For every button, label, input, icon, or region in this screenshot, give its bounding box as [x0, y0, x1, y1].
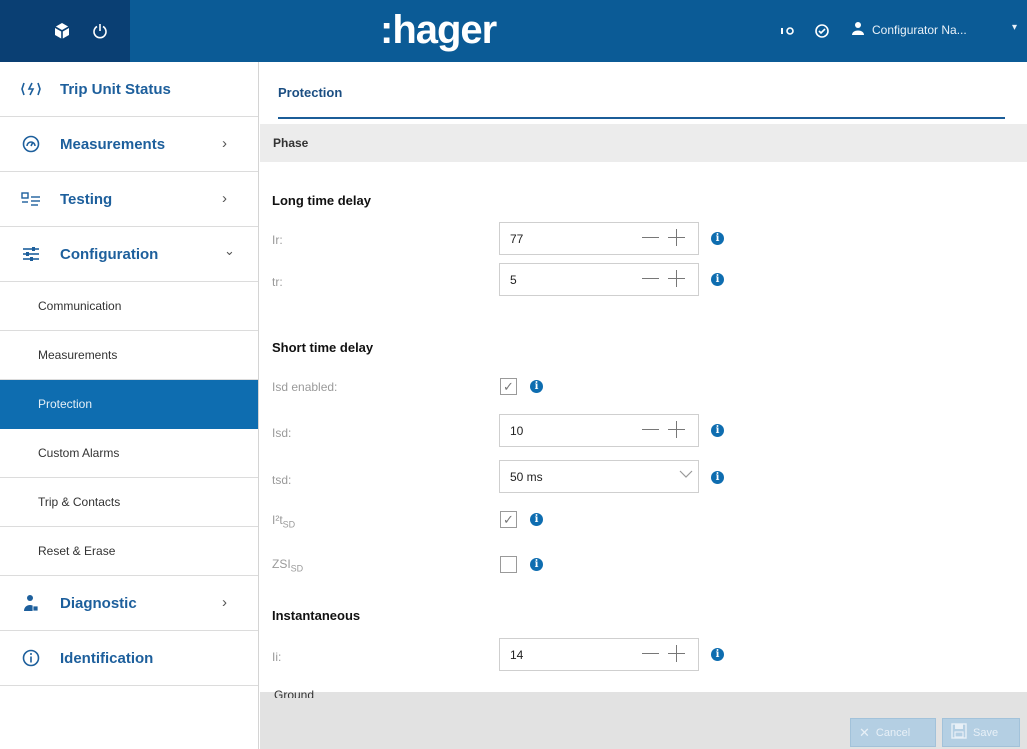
user-menu[interactable]: Configurator Na... [852, 21, 967, 38]
section-title-cut: Ground [274, 688, 315, 698]
measurements-gauge-icon [20, 133, 42, 155]
label-isd: Isd: [272, 426, 292, 440]
ir-value: 77 [510, 232, 524, 246]
package-icon[interactable] [50, 19, 74, 43]
chevron-right-icon: › [222, 594, 227, 611]
top-bar: :hager Configurator Na... ▾ [0, 0, 1027, 62]
sidebar-item-trip-unit-status[interactable]: Trip Unit Status [0, 62, 258, 117]
user-icon [852, 21, 864, 38]
tsd-select[interactable]: 50 ms [499, 460, 699, 493]
sidebar: Trip Unit Status Measurements › Testing … [0, 62, 259, 749]
zsi-sd-checkbox[interactable] [500, 556, 517, 573]
sidebar-subitem-protection[interactable]: Protection [0, 380, 258, 429]
power-icon[interactable] [88, 19, 112, 43]
info-icon[interactable]: i [711, 232, 724, 245]
info-icon[interactable]: i [711, 273, 724, 286]
testing-icon [20, 188, 42, 210]
close-icon: ✕ [859, 724, 870, 740]
sidebar-subitem-custom-alarms[interactable]: Custom Alarms [0, 429, 258, 478]
sidebar-item-label: Configuration [60, 245, 159, 263]
trip-unit-status-icon [20, 78, 42, 100]
info-icon[interactable]: i [711, 424, 724, 437]
sidebar-subitem-trip-contacts[interactable]: Trip & Contacts [0, 478, 258, 527]
tab-protection[interactable]: Protection [278, 85, 342, 100]
cancel-button[interactable]: ✕ Cancel [850, 718, 936, 747]
sidebar-item-label: Trip Unit Status [60, 80, 171, 98]
sidebar-item-label: Measurements [60, 135, 166, 153]
chevron-down-icon: ⌄ [224, 243, 235, 258]
brand-logo: :hager [380, 8, 497, 52]
sidebar-subitem-reset-erase[interactable]: Reset & Erase [0, 527, 258, 576]
label-ir: Ir: [272, 233, 283, 247]
sidebar-item-label: Identification [60, 649, 154, 667]
tr-value: 5 [510, 273, 517, 287]
floppy-disk-icon [951, 723, 967, 742]
tab-underline [278, 117, 1005, 119]
info-icon[interactable]: i [711, 471, 724, 484]
section-title: Phase [273, 136, 309, 150]
sidebar-subitem-communication[interactable]: Communication [0, 282, 258, 331]
tr-stepper[interactable]: 5 [499, 263, 699, 296]
minus-icon[interactable] [642, 278, 659, 279]
sidebar-item-configuration[interactable]: Configuration ⌄ [0, 227, 258, 282]
sidebar-item-diagnostic[interactable]: Diagnostic › [0, 576, 258, 631]
sidebar-item-label: Testing [60, 190, 113, 208]
info-icon[interactable]: i [530, 380, 543, 393]
tab-header: Protection [260, 62, 1027, 120]
group-title-long-time-delay: Long time delay [272, 193, 371, 208]
label-tr: tr: [272, 275, 283, 289]
sidebar-item-measurements[interactable]: Measurements › [0, 117, 258, 172]
group-title-short-time-delay: Short time delay [272, 340, 374, 355]
chevron-down-icon [679, 468, 693, 482]
section-header-phase: Phase [260, 124, 1027, 162]
label-ii: Ii: [272, 650, 282, 664]
label-isd-enabled: Isd enabled: [272, 380, 338, 394]
sidebar-item-label: Diagnostic [60, 594, 137, 612]
label-tsd: tsd: [272, 473, 292, 487]
i2t-sd-checkbox[interactable]: ✓ [500, 511, 517, 528]
minus-icon[interactable] [642, 237, 659, 238]
sidebar-item-identification[interactable]: Identification [0, 631, 258, 686]
ir-stepper[interactable]: 77 [499, 222, 699, 255]
chevron-right-icon: › [222, 190, 227, 207]
chevron-right-icon: › [222, 135, 227, 152]
ii-stepper[interactable]: 14 [499, 638, 699, 671]
label-i2t-sd: I²tSD [272, 513, 296, 530]
main-content: Protection Phase Long time delay Ir: 77 … [260, 62, 1027, 749]
isd-stepper[interactable]: 10 [499, 414, 699, 447]
diagnostic-user-icon [20, 592, 42, 614]
minus-icon[interactable] [642, 429, 659, 430]
ii-value: 14 [510, 648, 524, 662]
io-icon[interactable] [776, 19, 800, 43]
tsd-value: 50 ms [510, 470, 543, 484]
sliders-icon [20, 243, 42, 265]
info-icon[interactable]: i [530, 513, 543, 526]
info-icon[interactable]: i [530, 558, 543, 571]
minus-icon[interactable] [642, 653, 659, 654]
isd-enabled-checkbox[interactable]: ✓ [500, 378, 517, 395]
label-zsi-sd: ZSISD [272, 557, 304, 574]
info-icon[interactable]: i [711, 648, 724, 661]
caret-down-icon[interactable]: ▾ [1012, 22, 1017, 33]
user-name: Configurator Na... [872, 22, 967, 37]
sidebar-item-testing[interactable]: Testing › [0, 172, 258, 227]
group-title-instantaneous: Instantaneous [272, 608, 361, 623]
sidebar-subitem-measurements[interactable]: Measurements [0, 331, 258, 380]
save-button[interactable]: Save [942, 718, 1020, 747]
check-circle-icon[interactable] [810, 19, 834, 43]
info-circle-icon [20, 647, 42, 669]
isd-value: 10 [510, 424, 524, 438]
